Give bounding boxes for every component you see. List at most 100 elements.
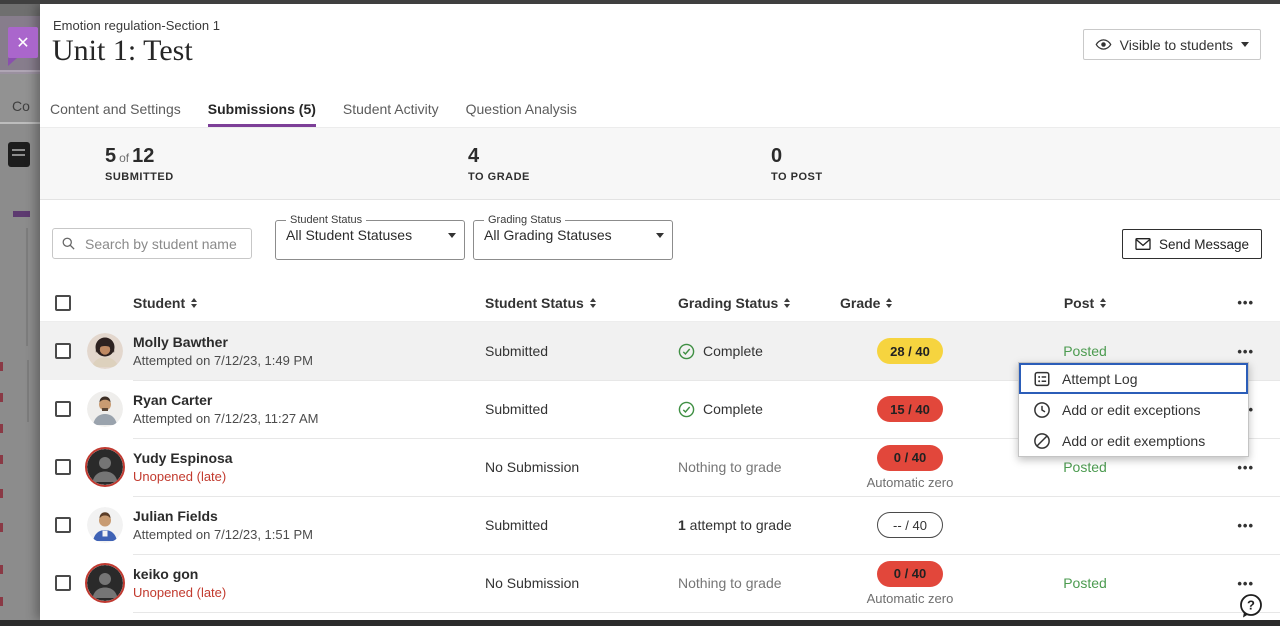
search-input[interactable] [83, 235, 243, 253]
sort-icon [784, 298, 790, 308]
clock-icon [1033, 401, 1051, 419]
sort-icon [886, 298, 892, 308]
help-button[interactable]: ? [1238, 593, 1264, 619]
grading-status: Nothing to grade [678, 459, 835, 475]
tab-content-and-settings[interactable]: Content and Settings [50, 90, 181, 127]
attempt-info: Unopened (late) [133, 585, 485, 600]
background-book-icon [8, 142, 30, 167]
table-row-partial [40, 612, 1280, 620]
student-name: Molly Bawther [133, 334, 485, 350]
avatar [87, 507, 123, 543]
table-overflow-menu-icon[interactable]: ••• [1237, 295, 1280, 310]
stat-to-post: 0 TO POST [771, 145, 823, 183]
background-line [27, 360, 29, 422]
row-overflow-menu-icon[interactable]: ••• [1237, 460, 1280, 475]
assessment-panel: Emotion regulation-Section 1 Unit 1: Tes… [40, 4, 1280, 620]
column-header-student[interactable]: Student [133, 295, 485, 311]
window-bottom-bar [0, 620, 1280, 626]
chevron-down-icon [1241, 42, 1249, 47]
background-tick [0, 565, 3, 574]
complete-check-icon [678, 343, 695, 360]
column-header-post[interactable]: Post [985, 295, 1185, 311]
grading-status: Complete [678, 401, 835, 418]
envelope-icon [1135, 237, 1151, 251]
tab-submissions[interactable]: Submissions (5) [208, 90, 316, 127]
row-checkbox[interactable] [55, 575, 71, 591]
row-checkbox[interactable] [55, 343, 71, 359]
attempt-log-icon [1033, 370, 1051, 388]
grade-pill[interactable]: 28 / 40 [877, 338, 943, 364]
row-overflow-menu-icon[interactable]: ••• [1237, 518, 1280, 533]
background-purple-mark [13, 211, 30, 217]
student-status-select[interactable]: Student Status All Student Statuses [275, 214, 465, 260]
grade-pill[interactable]: -- / 40 [877, 512, 943, 538]
grade-pill[interactable]: 0 / 40 [877, 445, 943, 471]
column-header-grade[interactable]: Grade [835, 295, 985, 311]
background-tick [0, 362, 3, 371]
background-tick [0, 489, 3, 498]
student-status: No Submission [485, 575, 678, 591]
row-checkbox[interactable] [55, 401, 71, 417]
table-header: Student Student Status Grading Status Gr… [40, 284, 1280, 322]
block-icon [1033, 432, 1051, 450]
student-status: No Submission [485, 459, 678, 475]
chevron-down-icon [656, 233, 664, 238]
student-status-label: Student Status [286, 214, 366, 226]
row-overflow-menu-icon[interactable]: ••• [1237, 576, 1280, 591]
menu-item-add-edit-exemptions[interactable]: Add or edit exemptions [1019, 425, 1248, 456]
student-name: Yudy Espinosa [133, 450, 485, 466]
row-checkbox[interactable] [55, 517, 71, 533]
close-panel-button[interactable]: ✕ [8, 27, 38, 58]
eye-icon [1095, 36, 1112, 53]
grade-note: Automatic zero [867, 475, 954, 490]
tab-bar: Content and Settings Submissions (5) Stu… [40, 90, 1280, 128]
post-status: Posted [985, 459, 1185, 475]
tab-question-analysis[interactable]: Question Analysis [466, 90, 577, 127]
attempt-info: Unopened (late) [133, 469, 485, 484]
grading-status: Nothing to grade [678, 575, 835, 591]
grade-pill[interactable]: 15 / 40 [877, 396, 943, 422]
stats-bar: 5of12 SUBMITTED 4 TO GRADE 0 TO POST [40, 128, 1280, 200]
grading-status: 1 attempt to grade [678, 517, 835, 533]
help-icon: ? [1247, 598, 1255, 613]
background-tick [0, 597, 3, 606]
attempt-info: Attempted on 7/12/23, 11:27 AM [133, 411, 485, 426]
screen: Co ✕ Emotion regulation-Section 1 Unit 1… [0, 0, 1280, 626]
grade-pill[interactable]: 0 / 40 [877, 561, 943, 587]
visibility-dropdown-button[interactable]: Visible to students [1083, 29, 1261, 60]
menu-item-add-edit-exceptions[interactable]: Add or edit exceptions [1019, 394, 1248, 425]
page-title: Unit 1: Test [52, 34, 193, 68]
table-row: keiko gon Unopened (late) No Submission … [40, 554, 1280, 612]
grade-cell: -- / 40 [835, 512, 985, 538]
menu-item-attempt-log[interactable]: Attempt Log [1019, 363, 1248, 394]
column-header-student-status[interactable]: Student Status [485, 295, 678, 311]
breadcrumb: Emotion regulation-Section 1 [53, 18, 220, 33]
sort-icon [590, 298, 596, 308]
row-overflow-menu-icon[interactable]: ••• [1237, 344, 1280, 359]
stat-submitted: 5of12 SUBMITTED [105, 145, 174, 183]
select-all-checkbox[interactable] [55, 295, 71, 311]
background-text-fragment: Co [12, 98, 30, 114]
grading-status: Complete [678, 343, 835, 360]
background-line [26, 228, 28, 346]
grade-note: Automatic zero [867, 591, 954, 606]
close-button-tail [8, 58, 17, 66]
column-header-grading-status[interactable]: Grading Status [678, 295, 835, 311]
student-name: keiko gon [133, 566, 485, 582]
tab-student-activity[interactable]: Student Activity [343, 90, 439, 127]
sort-icon [1100, 298, 1106, 308]
background-tick [0, 455, 3, 464]
send-message-button[interactable]: Send Message [1122, 229, 1262, 259]
grade-cell: 0 / 40 Automatic zero [835, 561, 985, 606]
avatar-placeholder [85, 563, 125, 603]
grade-cell: 28 / 40 [835, 338, 985, 364]
grade-cell: 0 / 40 Automatic zero [835, 445, 985, 490]
grading-status-select[interactable]: Grading Status All Grading Statuses [473, 214, 673, 260]
dimmed-background-page: Co [0, 0, 40, 626]
row-checkbox[interactable] [55, 459, 71, 475]
chevron-down-icon [448, 233, 456, 238]
student-status: Submitted [485, 343, 678, 359]
background-tick [0, 424, 3, 433]
window-top-bar [0, 0, 1280, 4]
post-status: Posted [985, 343, 1185, 359]
